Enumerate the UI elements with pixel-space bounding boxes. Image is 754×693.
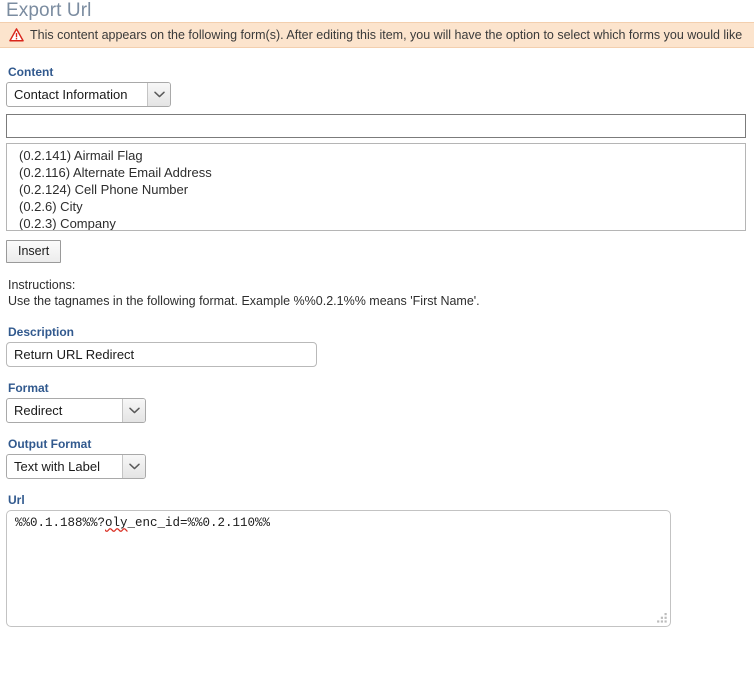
warning-banner: This content appears on the following fo…	[0, 22, 754, 48]
output-format-group: Output Format Text with Label	[6, 437, 748, 479]
format-label: Format	[8, 381, 49, 395]
url-label: Url	[8, 493, 25, 507]
format-select-wrapper[interactable]: Redirect	[6, 398, 146, 423]
list-item[interactable]: (0.2.3) Company	[7, 215, 745, 230]
description-label: Description	[8, 325, 75, 339]
list-item[interactable]: (0.2.116) Alternate Email Address	[7, 164, 745, 181]
output-format-select[interactable]: Text with Label	[6, 454, 146, 479]
instructions-body: Use the tagnames in the following format…	[8, 294, 480, 308]
content-group: Content Contact Information (0.2.141) Ai…	[6, 65, 748, 263]
format-group: Format Redirect	[6, 381, 748, 423]
list-item[interactable]: (0.2.141) Airmail Flag	[7, 147, 745, 164]
output-format-select-wrapper[interactable]: Text with Label	[6, 454, 146, 479]
content-label: Content	[8, 65, 54, 79]
list-item[interactable]: (0.2.6) City	[7, 198, 745, 215]
description-group: Description	[6, 325, 748, 367]
content-select[interactable]: Contact Information	[6, 82, 171, 107]
url-textarea[interactable]	[6, 510, 671, 627]
warning-message: This content appears on the following fo…	[30, 28, 743, 42]
page-title: Export Url	[6, 0, 92, 21]
url-textarea-wrapper[interactable]: %%0.1.188%%?oly_enc_id=%%0.2.110%%	[6, 510, 671, 627]
instructions-heading: Instructions:	[8, 278, 76, 292]
output-format-label: Output Format	[8, 437, 92, 451]
export-url-form: Content Contact Information (0.2.141) Ai…	[0, 65, 754, 627]
tag-search-input[interactable]	[6, 114, 746, 138]
insert-button[interactable]: Insert	[6, 240, 62, 263]
content-select-wrapper[interactable]: Contact Information	[6, 82, 171, 107]
description-input[interactable]	[6, 342, 317, 367]
instructions-block: Instructions: Use the tagnames in the fo…	[6, 277, 748, 309]
format-select[interactable]: Redirect	[6, 398, 146, 423]
url-group: Url %%0.1.188%%?oly_enc_id=%%0.2.110%%	[6, 493, 748, 627]
tag-listbox[interactable]: (0.2.141) Airmail Flag (0.2.116) Alterna…	[6, 143, 746, 231]
warning-triangle-icon	[9, 28, 24, 42]
list-item[interactable]: (0.2.124) Cell Phone Number	[7, 181, 745, 198]
